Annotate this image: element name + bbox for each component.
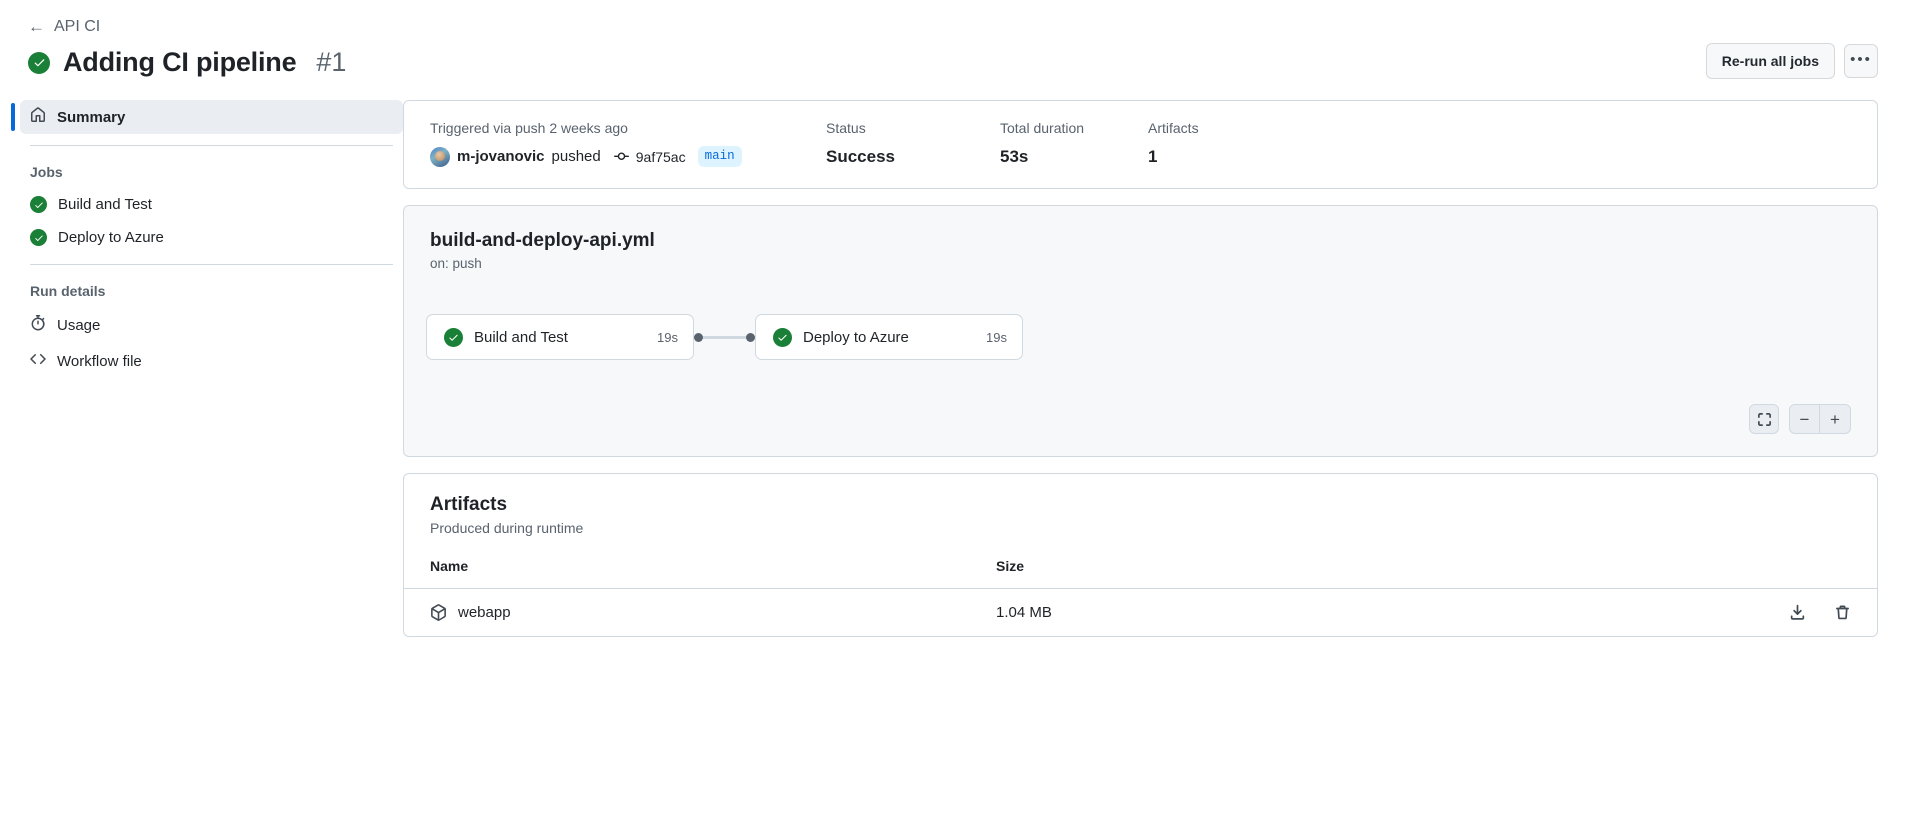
status-label: Status — [826, 120, 866, 136]
more-options-button[interactable]: ••• — [1844, 44, 1878, 78]
commit-sha[interactable]: 9af75ac — [636, 149, 686, 165]
sidebar-item-label: Summary — [57, 108, 126, 126]
actor-name[interactable]: m-jovanovic — [457, 148, 545, 165]
download-icon[interactable] — [1789, 604, 1806, 621]
column-header-name: Name — [430, 558, 469, 575]
graph-controls: − + — [1749, 404, 1851, 435]
trigger-details: m-jovanovic pushed 9af75ac main — [430, 146, 826, 168]
status-column: Status Success — [826, 119, 1000, 168]
trigger-column: Triggered via push 2 weeks ago m-jovanov… — [430, 119, 826, 168]
package-icon — [431, 604, 446, 622]
header-actions: Re-run all jobs ••• — [1705, 43, 1878, 79]
check-circle-icon — [30, 229, 47, 246]
sidebar-item-deploy-to-azure[interactable]: Deploy to Azure — [20, 222, 403, 253]
breadcrumb[interactable]: ← API CI — [28, 18, 1878, 35]
arrow-left-icon[interactable]: ← — [28, 18, 45, 35]
job-graph-nodes: Build and Test 19s Deploy to Azure 19s — [426, 314, 1023, 361]
action-word: pushed — [551, 148, 601, 166]
sidebar-job-label: Deploy to Azure — [58, 229, 164, 246]
workflow-graph-card: build-and-deploy-api.yml on: push Build … — [403, 205, 1878, 458]
workflow-trigger: on: push — [430, 256, 482, 272]
job-node-deploy-to-azure[interactable]: Deploy to Azure 19s — [755, 314, 1023, 361]
graph-connector — [694, 332, 755, 342]
job-node-build-and-test[interactable]: Build and Test 19s — [426, 314, 694, 361]
artifact-name[interactable]: webapp — [458, 604, 511, 621]
zoom-in-button[interactable]: + — [1820, 405, 1850, 433]
artifacts-title: Artifacts — [430, 494, 508, 516]
stopwatch-icon — [30, 315, 46, 335]
breadcrumb-workflow-link[interactable]: API CI — [54, 18, 100, 35]
duration-value: 53s — [1000, 147, 1029, 167]
artifacts-header: Artifacts Produced during runtime — [404, 474, 1877, 552]
zoom-out-button[interactable]: − — [1790, 405, 1820, 434]
run-number: #1 — [316, 47, 347, 77]
avatar[interactable] — [430, 146, 450, 167]
sidebar-item-usage[interactable]: Usage — [20, 308, 403, 342]
sidebar-detail-label: Workflow file — [57, 352, 142, 370]
sidebar-jobs-heading: Jobs — [30, 164, 63, 180]
job-node-label: Build and Test — [474, 328, 568, 346]
job-node-label: Deploy to Azure — [803, 328, 909, 346]
page-header: ← API CI Adding CI pipeline #1 Re-run al… — [0, 0, 1906, 79]
artifacts-label: Artifacts — [1148, 120, 1199, 136]
trash-icon[interactable] — [1834, 604, 1851, 621]
sidebar: Summary Jobs Build and Test Deploy to Az… — [11, 100, 403, 637]
workflow-file-name: build-and-deploy-api.yml — [430, 230, 655, 252]
sidebar-divider-top — [30, 145, 393, 146]
job-node-duration: 19s — [986, 329, 1007, 345]
sidebar-item-summary[interactable]: Summary — [11, 100, 403, 134]
artifacts-count: 1 — [1148, 147, 1158, 167]
page-title: Adding CI pipeline — [63, 47, 297, 77]
page-body: Summary Jobs Build and Test Deploy to Az… — [0, 78, 1906, 638]
run-title-row: Adding CI pipeline #1 — [28, 47, 1878, 78]
column-header-size: Size — [996, 558, 1025, 575]
check-circle-icon — [30, 196, 47, 213]
trigger-label: Triggered via push 2 weeks ago — [430, 120, 628, 136]
connector-line — [703, 336, 746, 339]
connector-dot-out — [694, 332, 703, 342]
sidebar-item-workflow-file[interactable]: Workflow file — [20, 344, 403, 378]
artifacts-card: Artifacts Produced during runtime Name S… — [403, 473, 1878, 638]
branch-badge[interactable]: main — [697, 146, 742, 168]
artifacts-column-headers: Name Size — [404, 552, 1877, 588]
job-node-duration: 19s — [657, 329, 678, 345]
rerun-all-jobs-button[interactable]: Re-run all jobs — [1705, 43, 1835, 79]
main-content: Triggered via push 2 weeks ago m-jovanov… — [403, 100, 1878, 638]
duration-column: Total duration 53s — [1000, 119, 1148, 168]
sidebar-detail-label: Usage — [57, 316, 101, 334]
sidebar-job-label: Build and Test — [58, 196, 152, 213]
check-circle-icon — [28, 51, 50, 74]
sidebar-divider-bottom — [30, 264, 393, 265]
fullscreen-icon[interactable] — [1749, 404, 1779, 435]
zoom-control-group: − + — [1789, 404, 1851, 435]
sidebar-item-build-and-test[interactable]: Build and Test — [20, 189, 403, 220]
artifacts-subtitle: Produced during runtime — [430, 520, 584, 537]
sidebar-run-details-heading: Run details — [30, 283, 106, 299]
code-file-icon — [30, 351, 46, 371]
artifact-row-actions — [1789, 604, 1851, 621]
check-circle-icon — [773, 327, 792, 347]
duration-label: Total duration — [1000, 120, 1085, 136]
git-commit-icon — [613, 149, 629, 164]
run-info-card: Triggered via push 2 weeks ago m-jovanov… — [403, 100, 1878, 190]
status-value: Success — [826, 147, 895, 167]
artifact-size: 1.04 MB — [996, 604, 1052, 622]
check-circle-icon — [444, 327, 463, 347]
artifact-name-cell: webapp — [430, 604, 996, 621]
artifacts-count-column: Artifacts 1 — [1148, 119, 1199, 168]
home-icon — [30, 107, 46, 127]
table-row[interactable]: webapp 1.04 MB — [404, 588, 1877, 636]
connector-dot-in — [746, 332, 755, 342]
